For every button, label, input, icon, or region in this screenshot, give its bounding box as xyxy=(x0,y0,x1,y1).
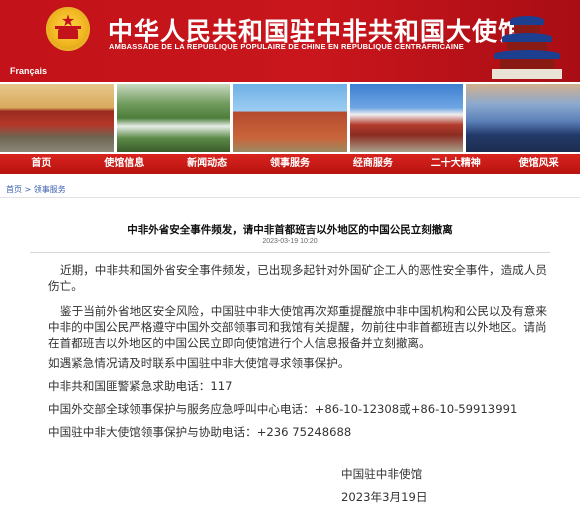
breadcrumb: 首页 > 领事服务 xyxy=(6,184,66,195)
city-skyline-photo xyxy=(466,84,580,152)
article-paragraph: 近期，中非共和国外省安全事件频发，已出现多起针对外国矿企工人的恶性安全事件，造成… xyxy=(48,263,547,293)
article-signature: 中国驻中非使馆 xyxy=(341,467,423,481)
banner-photo-strip xyxy=(0,82,580,154)
waterfall-photo xyxy=(116,84,231,152)
article-paragraph: 中非共和国匪警紧急求助电话：117 xyxy=(48,379,233,393)
title-divider xyxy=(30,252,550,253)
article-title: 中非外省安全事件频发，请中非首都班吉以外地区的中国公民立刻撤离 xyxy=(127,224,453,236)
article-date: 2023-03-19 10:20 xyxy=(262,238,318,245)
divider xyxy=(0,197,580,198)
forbidden-city-photo xyxy=(0,84,114,152)
nav-embassy-gallery[interactable]: 使馆风采 xyxy=(497,154,580,174)
language-switch-link[interactable]: Français xyxy=(10,66,47,76)
potala-palace-photo xyxy=(349,84,464,152)
nav-business-services[interactable]: 经商服务 xyxy=(331,154,414,174)
article-paragraph: 中国驻中非大使馆领事保护与协助电话：+236 75248688 xyxy=(48,425,352,439)
site-subtitle-french: AMBASSADE DE LA REPUBLIQUE POPULAIRE DE … xyxy=(109,42,464,51)
nav-20th-congress[interactable]: 二十大精神 xyxy=(414,154,497,174)
article-paragraph: 中国外交部全球领事保护与服务应急呼叫中心电话：+86-10-12308或+86-… xyxy=(48,402,518,416)
article-paragraph: 如遇紧急情况请及时联系中国驻中非大使馆寻求领事保护。 xyxy=(48,356,350,370)
main-navigation: 首页 使馆信息 新闻动态 领事服务 经商服务 二十大精神 使馆风采 xyxy=(0,154,580,174)
national-emblem-icon: ★ xyxy=(46,7,90,51)
nav-consular-services[interactable]: 领事服务 xyxy=(249,154,332,174)
breadcrumb-home-link[interactable]: 首页 xyxy=(6,185,22,194)
site-header: ★ 中华人民共和国驻中非共和国大使馆 AMBASSADE DE LA REPUB… xyxy=(0,0,580,82)
temple-of-heaven-illustration xyxy=(492,2,562,82)
cathedral-photo xyxy=(233,84,347,152)
nav-news[interactable]: 新闻动态 xyxy=(166,154,249,174)
article-paragraph: 鉴于当前外省地区安全风险，中国驻中非大使馆再次郑重提醒旅中非中国机构和公民以及有… xyxy=(48,304,547,350)
nav-home[interactable]: 首页 xyxy=(0,154,83,174)
breadcrumb-separator: > xyxy=(22,185,34,194)
breadcrumb-section-link[interactable]: 领事服务 xyxy=(34,185,66,194)
article-sign-date: 2023年3月19日 xyxy=(341,490,428,504)
nav-embassy-info[interactable]: 使馆信息 xyxy=(83,154,166,174)
